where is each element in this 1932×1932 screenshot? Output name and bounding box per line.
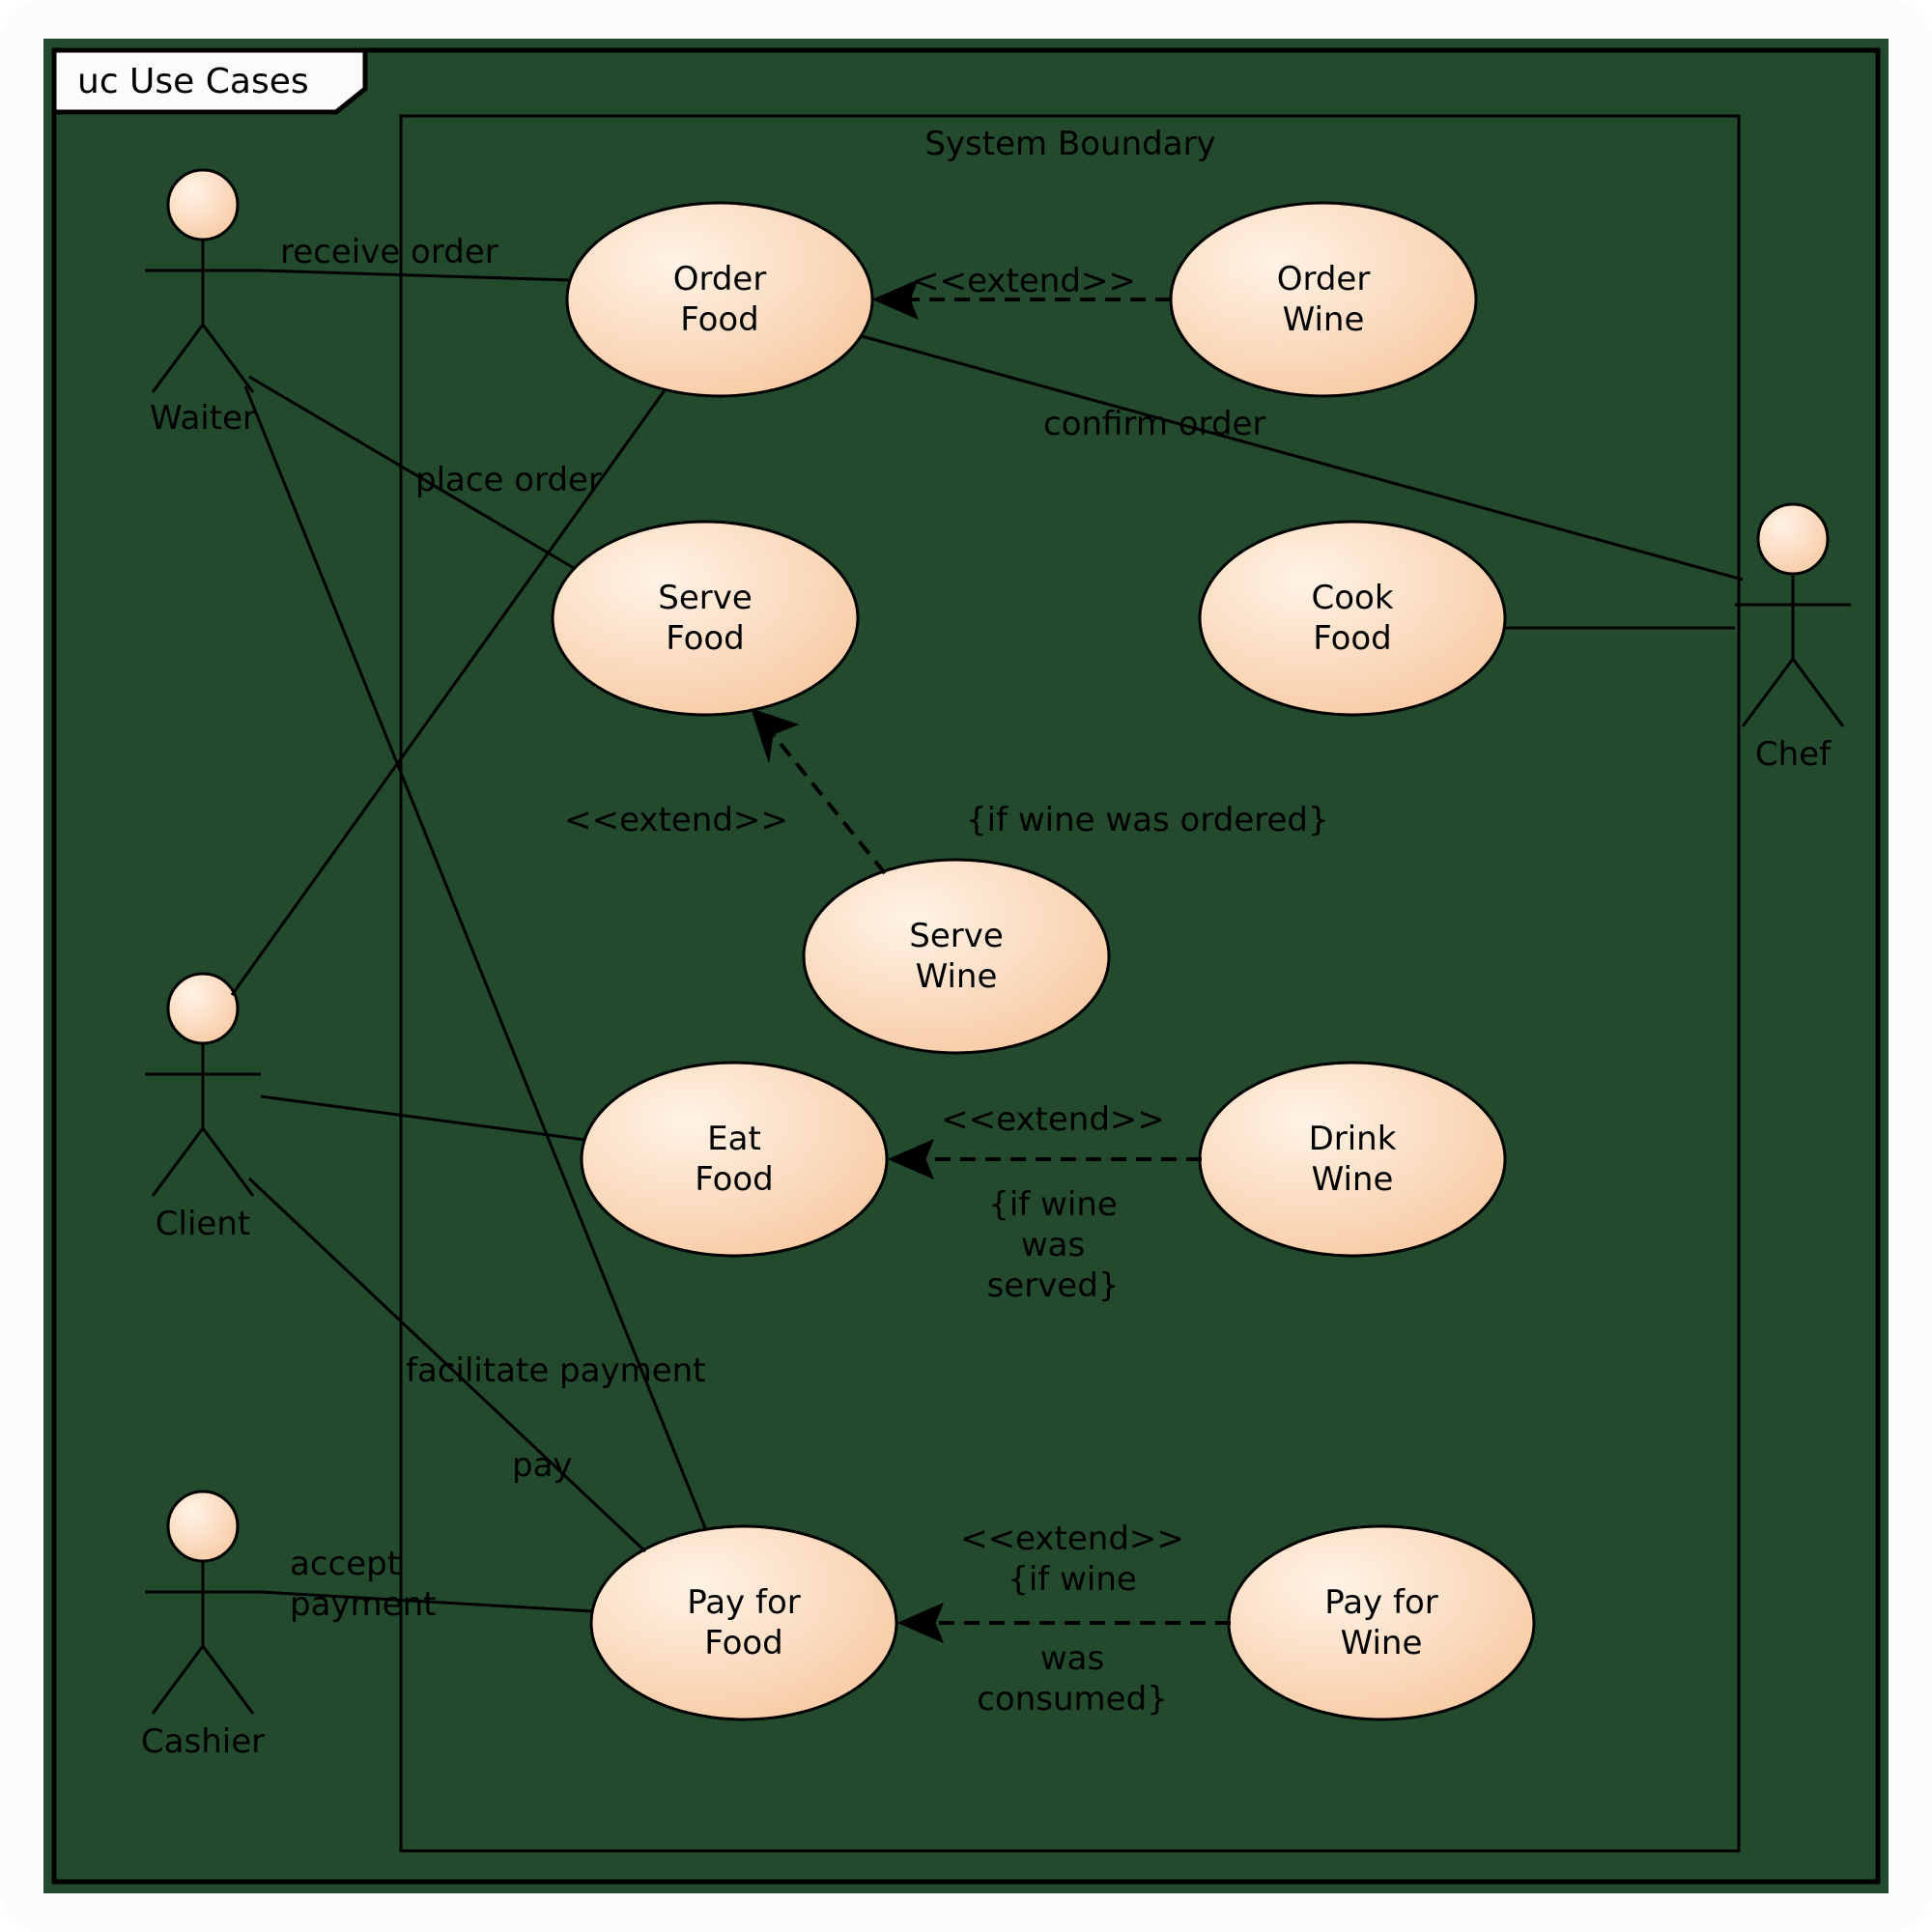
svg-text:Cook: Cook	[1311, 579, 1393, 617]
actor-chef-label: Chef	[1755, 735, 1832, 774]
svg-text:Food: Food	[704, 1624, 783, 1662]
usecase-pay-food: Pay for Food	[591, 1526, 896, 1719]
pay-cond-2: was	[1040, 1639, 1104, 1678]
usecase-order-wine: Order Wine	[1171, 203, 1476, 396]
svg-text:Pay for: Pay for	[1324, 1583, 1438, 1622]
drink-cond-3: served}	[987, 1266, 1120, 1305]
svg-text:Drink: Drink	[1309, 1120, 1397, 1158]
usecase-order-food: Order Food	[567, 203, 872, 396]
usecase-serve-food: Serve Food	[553, 522, 858, 715]
svg-text:Eat: Eat	[707, 1120, 761, 1158]
label-accept: accept	[290, 1545, 400, 1583]
svg-text:Order: Order	[673, 260, 767, 298]
svg-text:Serve: Serve	[909, 917, 1004, 955]
usecase-cook-food: Cook Food	[1200, 522, 1505, 715]
use-case-diagram: uc Use Cases System Boundary Waiter Clie…	[0, 0, 1932, 1932]
usecase-pay-wine: Pay for Wine	[1229, 1526, 1534, 1719]
drink-cond-1: {if wine	[988, 1185, 1118, 1224]
label-facilitate-payment: facilitate payment	[406, 1351, 706, 1390]
label-receive-order: receive order	[280, 233, 498, 271]
label-confirm-order: confirm order	[1043, 405, 1265, 443]
usecase-drink-wine: Drink Wine	[1200, 1063, 1505, 1256]
actor-cashier-label: Cashier	[141, 1722, 265, 1761]
svg-text:Food: Food	[1313, 619, 1392, 658]
svg-text:Serve: Serve	[658, 579, 753, 617]
usecase-eat-food: Eat Food	[582, 1063, 887, 1256]
pay-cond-3: consumed}	[977, 1680, 1168, 1719]
extend-label-4: <<extend>>	[960, 1520, 1184, 1558]
extend-label-3: <<extend>>	[941, 1100, 1165, 1139]
svg-text:Food: Food	[680, 300, 759, 339]
usecase-serve-wine: Serve Wine	[804, 860, 1109, 1053]
frame-title: uc Use Cases	[77, 62, 309, 101]
svg-text:Food: Food	[666, 619, 745, 658]
actor-client-label: Client	[156, 1205, 250, 1243]
label-place-order: place order	[415, 461, 602, 499]
extend-label-2: <<extend>>	[564, 801, 788, 839]
frame-title-tab: uc Use Cases	[54, 50, 365, 112]
label-payment: payment	[290, 1585, 436, 1624]
serve-cond: {if wine was ordered}	[966, 801, 1329, 839]
extend-label-1: <<extend>>	[912, 262, 1136, 300]
boundary-title: System Boundary	[924, 125, 1215, 163]
svg-text:Order: Order	[1277, 260, 1371, 298]
svg-text:Wine: Wine	[1341, 1624, 1423, 1662]
label-pay: pay	[512, 1446, 573, 1485]
svg-text:Food: Food	[695, 1160, 774, 1199]
svg-text:Wine: Wine	[1312, 1160, 1394, 1199]
actor-waiter-label: Waiter	[150, 399, 256, 438]
drink-cond-2: was	[1021, 1226, 1085, 1264]
svg-text:Pay for: Pay for	[687, 1583, 801, 1622]
svg-text:Wine: Wine	[916, 957, 998, 996]
pay-cond-1: {if wine	[1008, 1560, 1137, 1599]
svg-text:Wine: Wine	[1283, 300, 1365, 339]
